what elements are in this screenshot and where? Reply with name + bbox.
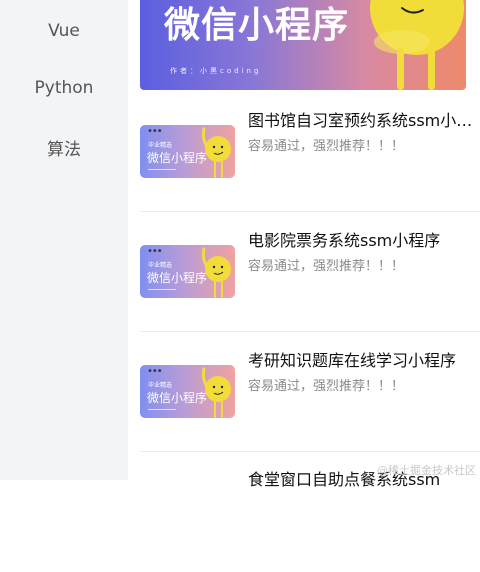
sidebar-item-vue[interactable]: Vue — [0, 21, 128, 41]
banner-image[interactable]: 微信小程序 作者：小黑coding — [140, 0, 466, 90]
sidebar-item-python[interactable]: Python — [0, 78, 128, 98]
mascot-illustration — [201, 247, 231, 298]
item-title[interactable]: 图书馆自习室预约系统ssm小程序 — [248, 107, 476, 131]
item-subtitle: 容易通过，强烈推荐！！！ — [248, 139, 405, 154]
item-subtitle: 容易通过，强烈推荐！！！ — [248, 259, 405, 274]
item-title[interactable]: 考研知识题库在线学习小程序 — [248, 347, 476, 371]
item-thumbnail: ••• 毕业精选 微信小程序 — [140, 245, 235, 298]
item-thumbnail: ••• 毕业精选 微信小程序 — [140, 365, 235, 418]
item-subtitle: 容易通过，强烈推荐！！！ — [248, 379, 405, 394]
mascot-illustration — [201, 367, 231, 418]
mascot-illustration — [370, 0, 464, 90]
item-title[interactable]: 电影院票务系统ssm小程序 — [248, 227, 476, 251]
list-item[interactable]: ••• 毕业精选 微信小程序 考研知识题库在线学习小程序 容易通过，强烈推荐！！… — [140, 332, 480, 452]
content-panel: 微信小程序 作者：小黑coding ••• 毕业精选 微信小程序 图书馆自习室预… — [128, 0, 480, 489]
watermark: @稀土掘金技术社区 — [377, 464, 476, 477]
list-item[interactable]: ••• 毕业精选 微信小程序 图书馆自习室预约系统ssm小程序 容易通过，强烈推… — [140, 92, 480, 212]
category-sidebar: Vue Python 算法 — [0, 0, 128, 480]
sidebar-item-algorithm[interactable]: 算法 — [0, 135, 128, 160]
mascot-illustration — [201, 127, 231, 178]
list-item[interactable]: ••• 毕业精选 微信小程序 电影院票务系统ssm小程序 容易通过，强烈推荐！！… — [140, 212, 480, 332]
item-thumbnail: ••• 毕业精选 微信小程序 — [140, 125, 235, 178]
